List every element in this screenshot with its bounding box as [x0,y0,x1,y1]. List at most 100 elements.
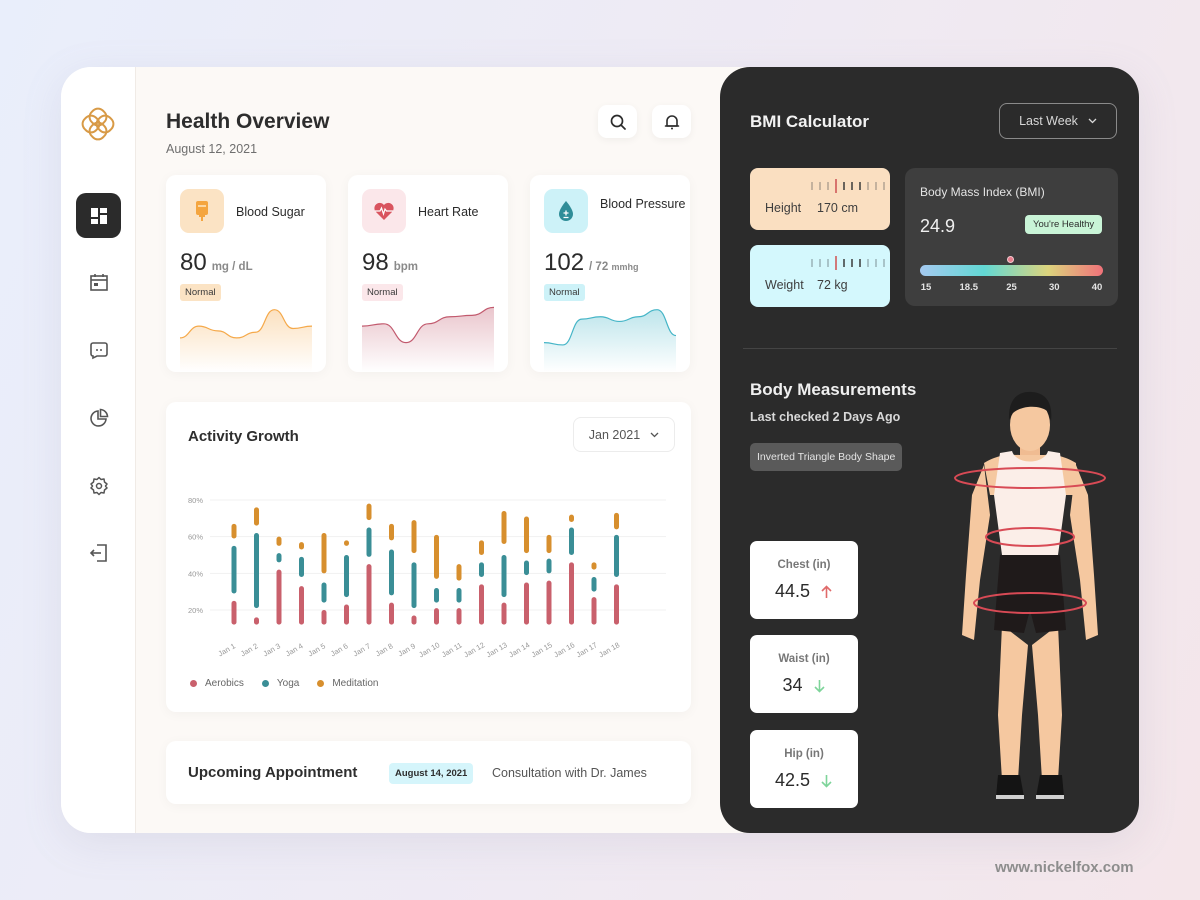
bar-yoga[interactable] [276,553,282,563]
measurement-card-hip[interactable]: Hip (in) 42.5 [750,730,858,808]
bmi-scale-label: 30 [1048,282,1060,293]
bar-meditation[interactable] [614,512,619,530]
notifications-button[interactable] [652,105,691,138]
brand-logo-icon[interactable] [81,107,115,141]
sidebar-item-dashboard[interactable] [76,193,121,238]
sidebar-item-calendar[interactable] [76,259,121,304]
bar-aerobics[interactable] [321,610,327,625]
bar-yoga[interactable] [591,577,597,592]
measurement-card-chest[interactable]: Chest (in) 44.5 [750,541,858,619]
bar-yoga[interactable] [456,588,462,603]
legend-item-yoga[interactable]: Yoga [261,678,299,689]
bar-aerobics[interactable] [614,584,619,625]
activity-title: Activity Growth [188,428,299,445]
blood-drop-icon [559,201,573,221]
arrow-down-icon [821,774,832,788]
bar-yoga[interactable] [434,588,439,603]
bar-yoga[interactable] [479,562,484,577]
legend-dot [190,680,197,687]
bar-yoga[interactable] [614,534,619,577]
legend-item-aerobics[interactable]: Aerobics [190,678,244,689]
bar-yoga[interactable] [254,533,259,609]
metric-card-heart-rate[interactable]: Heart Rate 98 bpm Normal [348,175,508,372]
x-tick-label: Jan 15 [530,640,554,659]
bar-aerobics[interactable] [501,602,507,625]
sidebar-item-reports[interactable] [76,395,121,440]
period-select[interactable]: Last Week [999,103,1117,139]
bar-aerobics[interactable] [546,580,552,625]
search-icon [610,114,626,130]
bar-meditation[interactable] [344,540,349,546]
bmi-gradient-bar [920,265,1103,276]
height-input-card[interactable]: Height 170 cm [750,168,890,230]
measurement-value: 44.5 [774,581,811,601]
bar-yoga[interactable] [231,545,237,594]
sidebar-item-logout[interactable] [76,530,121,575]
bmi-scale-label: 15 [920,282,932,293]
search-button[interactable] [598,105,637,138]
bar-meditation[interactable] [569,514,574,522]
upcoming-appointment-card[interactable]: Upcoming Appointment August 14, 2021 Con… [166,741,691,804]
arrow-down-icon [813,679,825,693]
bar-yoga[interactable] [569,527,574,556]
bar-meditation[interactable] [254,507,259,526]
bar-yoga[interactable] [321,582,327,603]
bar-meditation[interactable] [231,523,237,539]
sparkline-heart-rate [361,306,495,372]
bar-meditation[interactable] [501,511,507,544]
bar-meditation[interactable] [276,536,282,546]
y-tick-label: 20% [188,606,203,615]
bar-meditation[interactable] [456,564,462,581]
metric-card-blood-sugar[interactable]: Blood Sugar 80 mg / dL Normal [166,175,326,372]
bar-meditation[interactable] [366,503,372,521]
bar-aerobics[interactable] [569,562,574,625]
bar-aerobics[interactable] [299,586,304,625]
metric-icon-bg [362,189,406,233]
weight-input-card[interactable]: Weight 72 kg [750,245,890,307]
bar-yoga[interactable] [546,558,552,574]
bar-yoga[interactable] [344,555,349,598]
bar-aerobics[interactable] [524,582,529,625]
bar-yoga[interactable] [299,556,304,577]
bar-aerobics[interactable] [254,617,259,625]
sidebar-item-settings[interactable] [76,463,121,508]
body-shape-badge: Inverted Triangle Body Shape [750,443,903,471]
bar-yoga[interactable] [411,562,417,609]
sidebar-item-messages[interactable] [76,327,121,372]
bar-yoga[interactable] [524,560,529,576]
measurement-card-waist[interactable]: Waist (in) 34 [750,635,858,713]
appointment-title: Upcoming Appointment [188,764,358,781]
month-select[interactable]: Jan 2021 [573,417,675,452]
bar-meditation[interactable] [321,533,327,574]
weight-value: 72 kg [817,278,848,292]
bar-yoga[interactable] [366,527,372,557]
bar-aerobics[interactable] [456,608,462,625]
bar-meditation[interactable] [479,540,484,555]
bar-yoga[interactable] [389,549,394,596]
bar-meditation[interactable] [591,562,597,570]
bar-aerobics[interactable] [344,604,349,625]
bar-aerobics[interactable] [366,564,372,625]
pie-chart-icon [89,408,108,427]
chart-legend: Aerobics Yoga Meditation [190,678,378,689]
bar-yoga[interactable] [501,555,507,598]
heart-pulse-icon [374,202,394,220]
x-tick-label: Jan 10 [417,640,441,659]
grid-icon [90,207,107,224]
bar-aerobics[interactable] [231,600,237,625]
bar-meditation[interactable] [546,534,552,554]
bar-aerobics[interactable] [434,608,439,625]
x-tick-label: Jan 18 [597,640,621,659]
bar-meditation[interactable] [299,542,304,550]
legend-item-meditation[interactable]: Meditation [317,678,378,689]
bar-meditation[interactable] [434,534,439,579]
bar-aerobics[interactable] [591,597,597,625]
bar-aerobics[interactable] [389,602,394,625]
bar-meditation[interactable] [524,516,529,554]
bar-meditation[interactable] [411,520,417,554]
bar-aerobics[interactable] [479,584,484,625]
bar-aerobics[interactable] [276,569,282,625]
metric-card-blood-pressure[interactable]: Blood Pressure 102 / 72 mmhg Normal [530,175,690,372]
bar-aerobics[interactable] [411,615,417,625]
bar-meditation[interactable] [389,523,394,541]
